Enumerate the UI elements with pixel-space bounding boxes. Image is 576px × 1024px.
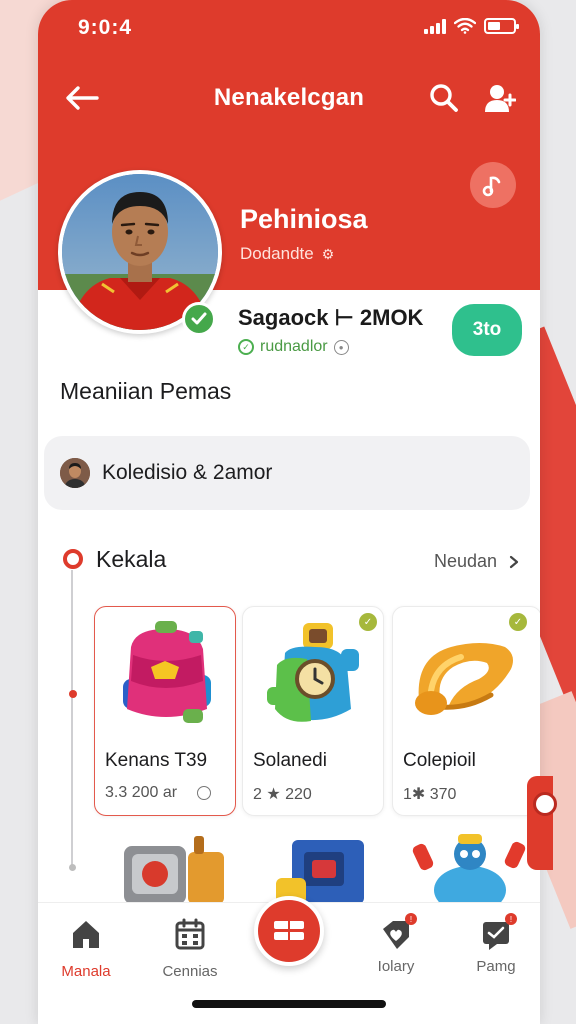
item-card[interactable]: ✓ Colepioil 1✱ 370 (392, 606, 540, 816)
timeline-dot-end (69, 864, 76, 871)
item-meta: 3.3 200 ar (105, 784, 212, 802)
item-card[interactable]: Kenans T39 3.3 200 ar (94, 606, 236, 816)
wifi-icon (454, 18, 476, 34)
timeline-line (71, 570, 73, 870)
nav-label: Manala (61, 963, 111, 980)
toy-figure-icon (412, 834, 526, 904)
battery-icon (484, 18, 519, 34)
floating-side-tab[interactable] (527, 776, 557, 870)
profile-name: Pehiniosa (240, 204, 368, 234)
notification-badge: ! (405, 913, 417, 925)
settings-icon[interactable]: ⚙ (322, 246, 335, 263)
follow-button[interactable]: 3to (452, 304, 522, 356)
view-all-label: Neudan (434, 551, 498, 571)
heart-tag-icon: ! (379, 913, 417, 951)
item-name: Solanedi (253, 750, 327, 771)
nav-item-home[interactable]: Manala (46, 917, 126, 980)
profile-subtitle-text: Dodandte (240, 244, 314, 263)
app-bar: Nenakelcgan (38, 70, 540, 126)
calendar-icon (175, 918, 205, 950)
verified-badge (182, 302, 216, 336)
phone-screen: 9:0:4 Nenakelcgan Pehiniosa Dodandte ⚙ S… (38, 0, 540, 1024)
game-box-icon (276, 840, 364, 904)
status-icons (424, 18, 519, 34)
item-meta-text: 3.3 200 ar (105, 784, 178, 801)
page-title: Nenakelcgan (213, 84, 365, 111)
nav-item-calendar[interactable]: Cennias (150, 917, 230, 980)
status-time: 9:0:4 (78, 16, 133, 39)
robot-watch-icon (267, 623, 359, 722)
check-circle-icon: ✓ (238, 339, 254, 355)
toy-machine-icon (124, 836, 224, 904)
view-all-link[interactable]: Neudan (434, 551, 519, 572)
nav-label: Cennias (162, 963, 218, 980)
nav-label: Pamg (476, 958, 516, 975)
check-icon (191, 312, 207, 325)
collection-card[interactable]: Koledisio & 2amor (44, 436, 530, 510)
item-meta: 1✱ 370 (403, 784, 456, 804)
home-icon (73, 921, 99, 948)
item-meta-text: 2 ★ 220 (253, 786, 312, 803)
user-add-icon (485, 85, 516, 112)
profile-stat: Sagaock ⊢ 2MOK (238, 305, 424, 330)
message-icon: ! (479, 913, 517, 951)
nav-item-library[interactable]: ! Iolary (356, 913, 436, 975)
item-meta-text: 1✱ 370 (403, 786, 457, 803)
item-name: Colepioil (403, 750, 476, 771)
timeline-marker (63, 549, 83, 569)
search-icon (430, 84, 458, 112)
profile-stat-detail: ✓ rudnadlor ● (238, 338, 349, 356)
info-icon[interactable]: ● (333, 339, 349, 355)
ticket-icon (274, 921, 304, 940)
add-user-button[interactable] (480, 78, 520, 118)
item-card[interactable]: ✓ Solanedi 2 ★ 220 (242, 606, 384, 816)
music-note-icon (482, 176, 501, 197)
section-heading: Meaniian Pemas (60, 378, 232, 404)
kekala-title: Kekala (96, 546, 167, 572)
status-bar: 9:0:4 (38, 0, 540, 56)
signal-icon (424, 18, 446, 34)
nav-item-messages[interactable]: ! Pamg (456, 913, 536, 975)
collection-label: Koledisio & 2amor (102, 461, 273, 484)
profile-stat-detail-text: rudnadlor (260, 338, 328, 355)
collection-avatar (60, 458, 90, 488)
profile-subtitle: Dodandte ⚙ (240, 244, 334, 264)
center-action-button[interactable] (254, 896, 324, 966)
gold-ring-icon (415, 643, 513, 715)
home-indicator (192, 1000, 386, 1008)
nav-label: Iolary (377, 958, 415, 975)
timeline-dot (69, 690, 77, 698)
search-button[interactable] (424, 78, 464, 118)
clock-icon (197, 786, 212, 800)
notification-badge: ! (505, 913, 517, 925)
music-button[interactable] (470, 162, 516, 208)
backpack-icon (123, 621, 211, 723)
chevron-right-icon (509, 555, 519, 568)
item-meta: 2 ★ 220 (253, 784, 312, 804)
record-icon (533, 792, 557, 816)
item-name: Kenans T39 (105, 750, 208, 771)
